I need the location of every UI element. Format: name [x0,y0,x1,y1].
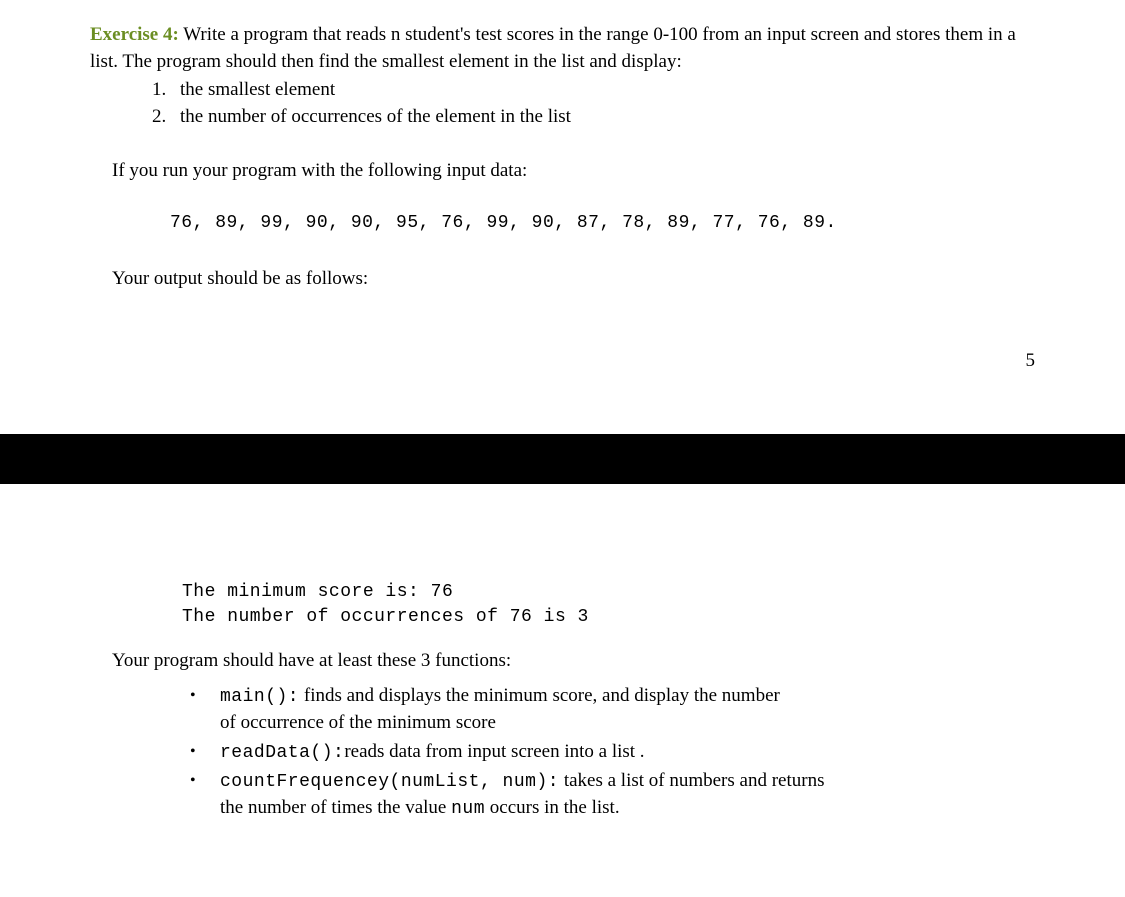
function-desc: reads data from input screen into a list… [344,741,644,762]
exercise-label: Exercise 4: [90,24,179,45]
functions-label: Your program should have at least these … [112,648,1035,675]
output-label: Your output should be as follows: [112,266,1035,293]
function-desc-cont: of occurrence of the minimum score [220,710,1035,737]
page-top-section: Exercise 4: Write a program that reads n… [0,0,1125,313]
functions-list: main(): finds and displays the minimum s… [190,683,1035,822]
input-data: 76, 89, 99, 90, 90, 95, 76, 99, 90, 87, … [170,211,1035,236]
function-item: countFrequencey(numList, num): takes a l… [190,768,1035,822]
function-item: main(): finds and displays the minimum s… [190,683,1035,737]
output-line: The minimum score is: 76 [182,580,1035,605]
function-code: countFrequencey(numList, num): [220,772,559,792]
list-item: 2. the number of occurrences of the elem… [180,104,1035,131]
run-instruction: If you run your program with the followi… [112,158,1035,185]
list-number: 2. [152,104,166,131]
display-list: 1. the smallest element 2. the number of… [180,77,1035,130]
function-code: readData(): [220,743,344,763]
list-text: the smallest element [180,79,335,100]
function-desc: takes a list of numbers and returns [559,770,824,791]
separator-bar [0,434,1125,484]
page-bottom-section: The minimum score is: 76 The number of o… [0,580,1125,824]
list-text: the number of occurrences of the element… [180,106,571,127]
function-code-inline: num [451,799,485,819]
exercise-intro-text: Write a program that reads n student's t… [90,24,1016,72]
function-code: main(): [220,687,299,707]
page-number: 5 [1026,348,1036,375]
list-item: 1. the smallest element [180,77,1035,104]
exercise-intro: Exercise 4: Write a program that reads n… [90,22,1035,75]
function-item: readData():reads data from input screen … [190,739,1035,766]
function-desc-cont: the number of times the value [220,797,451,818]
expected-output: The minimum score is: 76 The number of o… [182,580,1035,630]
function-desc-end: occurs in the list. [485,797,620,818]
function-desc: finds and displays the minimum score, an… [299,685,780,706]
list-number: 1. [152,77,166,104]
output-line: The number of occurrences of 76 is 3 [182,605,1035,630]
